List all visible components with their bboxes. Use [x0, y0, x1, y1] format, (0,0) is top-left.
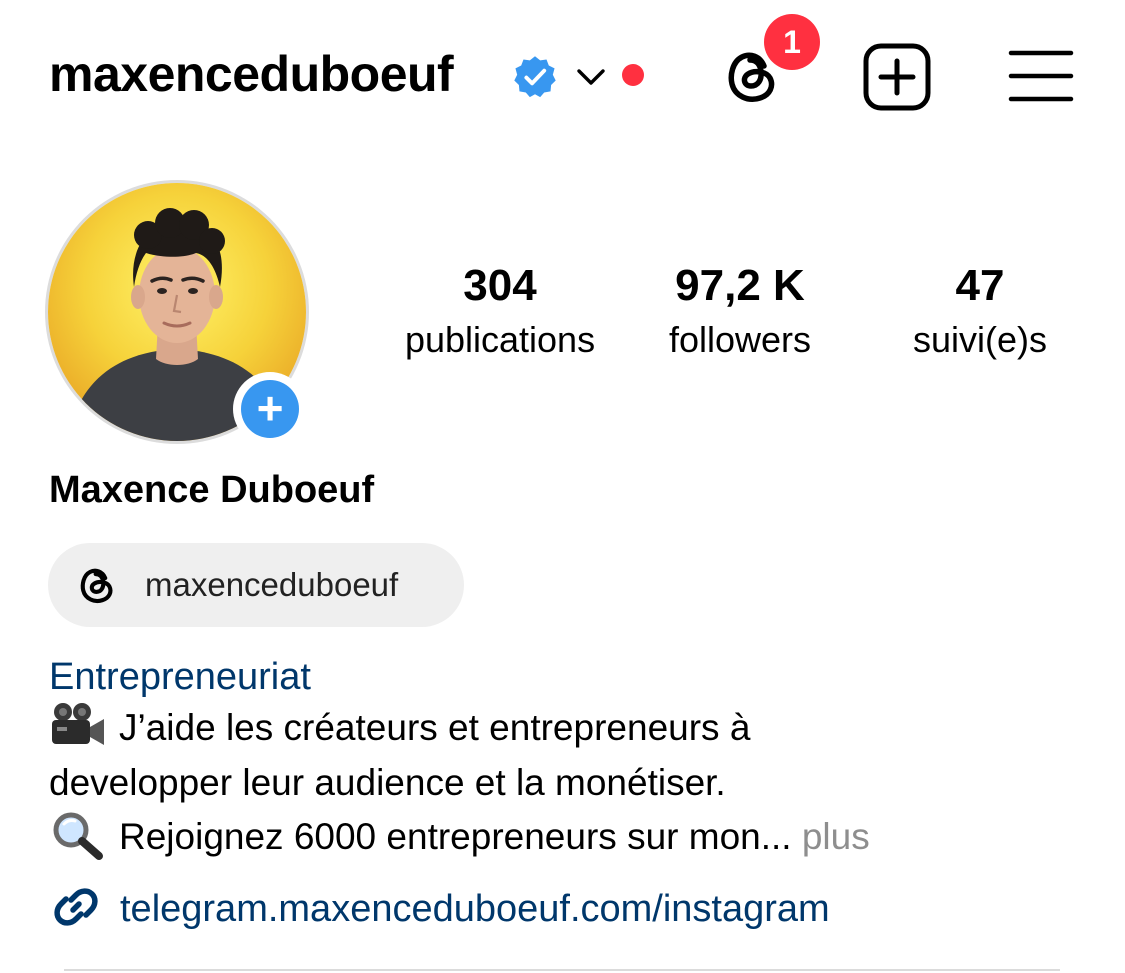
divider	[64, 969, 1060, 971]
stat-following[interactable]: 47 suivi(e)s	[860, 258, 1100, 366]
profile-username[interactable]: maxenceduboeuf	[49, 44, 454, 104]
magnifying-glass-icon	[53, 812, 103, 861]
verified-badge-icon	[514, 56, 556, 98]
bio-line-2-text: developper leur audience et la monétiser…	[49, 762, 726, 803]
movie-camera-icon	[52, 703, 104, 746]
threads-notification-badge: 1	[764, 14, 820, 70]
bio-more-button[interactable]: plus	[802, 816, 870, 857]
threads-profile-chip[interactable]: maxenceduboeuf	[48, 543, 464, 627]
profile-link[interactable]: telegram.maxenceduboeuf.com/instagram	[120, 882, 830, 936]
stat-following-count: 47	[955, 261, 1005, 310]
add-story-button[interactable]: +	[233, 372, 307, 446]
display-name: Maxence Duboeuf	[49, 469, 375, 511]
plus-square-icon[interactable]	[862, 42, 932, 112]
notification-dot	[622, 64, 644, 86]
threads-icon	[80, 568, 113, 604]
stat-following-label: suivi(e)s	[912, 319, 1047, 360]
stat-followers-label: followers	[668, 319, 812, 360]
bio-line-3-text: Rejoignez 6000 entrepreneurs sur mon...	[119, 816, 792, 857]
chevron-down-icon[interactable]	[574, 60, 608, 94]
stat-posts-label: publications	[404, 319, 596, 360]
stat-posts-count: 304	[463, 261, 537, 310]
link-icon	[54, 888, 98, 926]
stat-posts[interactable]: 304 publications	[380, 258, 620, 366]
profile-category: Entrepreneuriat	[49, 656, 311, 698]
hamburger-menu-icon[interactable]	[1008, 48, 1074, 104]
plus-icon: +	[241, 380, 299, 438]
bio-line: J’aide les créateurs et entrepreneurs à	[49, 701, 750, 755]
threads-chip-label: maxenceduboeuf	[145, 566, 399, 603]
stat-followers-count: 97,2 K	[675, 261, 805, 310]
stat-followers[interactable]: 97,2 K followers	[620, 258, 860, 366]
bio-line: Rejoignez 6000 entrepreneurs sur mon... …	[49, 810, 870, 864]
bio-line-1-text: J’aide les créateurs et entrepreneurs à	[119, 707, 751, 748]
